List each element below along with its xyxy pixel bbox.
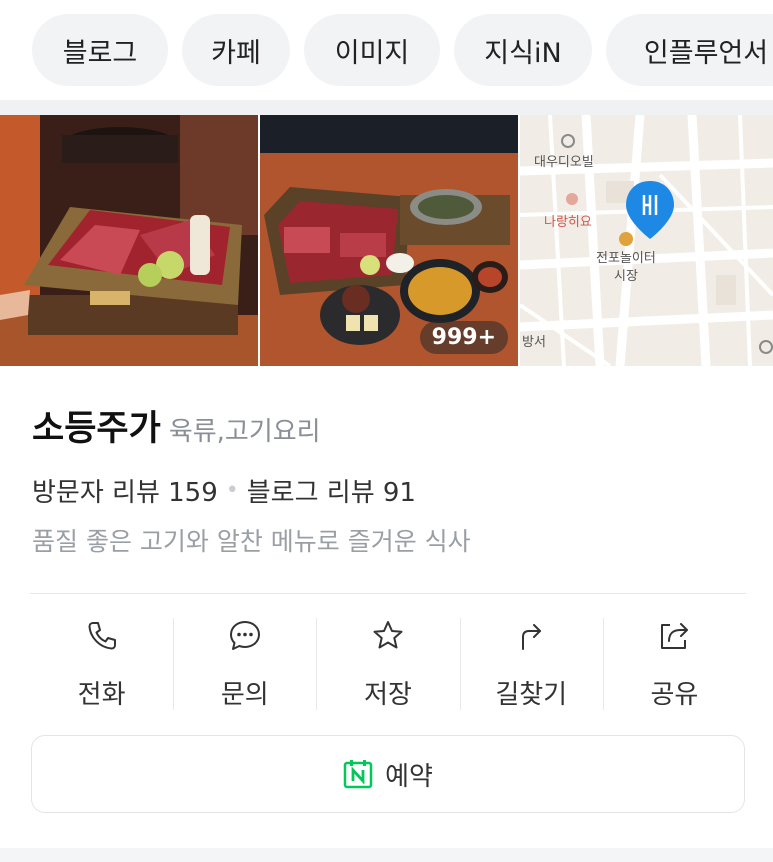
photo-count-badge: 999+ xyxy=(419,321,508,354)
save-label: 저장 xyxy=(364,680,412,710)
chat-bubble-icon xyxy=(229,621,260,650)
photo-1[interactable] xyxy=(0,115,258,366)
section-separator xyxy=(0,100,773,115)
search-vertical-tabs: 블로그 카페 이미지 지식iN 인플루언서 xyxy=(0,0,773,100)
reserve-button[interactable]: 예약 xyxy=(31,735,745,813)
directions-label: 길찾기 xyxy=(495,680,568,710)
share-label: 공유 xyxy=(650,680,699,710)
save-button[interactable]: 저장 xyxy=(316,612,459,712)
chip-images-label: 이미지 xyxy=(334,37,410,69)
star-icon xyxy=(373,621,403,649)
chip-influencer[interactable]: 인플루언서 xyxy=(606,14,773,86)
photo-strip: 999+ 대우디오빌 나랑히요 전포놀이터 시장 방서 xyxy=(0,115,773,366)
chip-images[interactable]: 이미지 xyxy=(304,14,440,86)
place-description: 품질 좋은 고기와 알찬 메뉴로 즐거운 식사 xyxy=(32,527,471,556)
action-bar: 전화 문의 저장 길찾기 공유 xyxy=(30,612,746,712)
naver-calendar-icon xyxy=(343,760,373,789)
directions-arrow-icon xyxy=(522,624,542,650)
chip-kin[interactable]: 지식iN xyxy=(454,14,592,86)
share-button[interactable]: 공유 xyxy=(602,612,746,712)
blog-review-link[interactable]: 블로그 리뷰 91 xyxy=(247,472,416,509)
map-label: 방서 xyxy=(522,335,546,350)
call-button[interactable]: 전화 xyxy=(30,612,173,712)
map-label: 시장 xyxy=(614,269,638,284)
phone-icon xyxy=(88,622,116,650)
chip-influencer-label: 인플루언서 xyxy=(643,37,769,69)
call-label: 전화 xyxy=(77,680,126,710)
map-label: 대우디오빌 xyxy=(534,155,594,170)
place-title-row: 소등주가 육류,고기요리 xyxy=(32,400,321,451)
inquiry-label: 문의 xyxy=(220,680,269,710)
place-name[interactable]: 소등주가 xyxy=(32,400,161,451)
photo-2[interactable]: 999+ xyxy=(260,115,518,366)
chip-blog-label: 블로그 xyxy=(62,37,138,69)
chip-blog[interactable]: 블로그 xyxy=(32,14,168,86)
reserve-label: 예약 xyxy=(385,761,433,792)
chip-cafe[interactable]: 카페 xyxy=(182,14,290,86)
inquiry-button[interactable]: 문의 xyxy=(173,612,316,712)
chip-cafe-label: 카페 xyxy=(211,37,261,69)
divider xyxy=(30,593,746,594)
map-preview[interactable]: 대우디오빌 나랑히요 전포놀이터 시장 방서 xyxy=(520,115,773,366)
bottom-separator xyxy=(0,848,773,862)
visitor-review-link[interactable]: 방문자 리뷰 159 xyxy=(32,472,218,509)
directions-button[interactable]: 길찾기 xyxy=(459,612,603,712)
place-category: 육류,고기요리 xyxy=(168,417,321,447)
chip-kin-label: 지식iN xyxy=(484,37,562,69)
share-icon xyxy=(661,623,689,649)
review-counts: 방문자 리뷰 159 • 블로그 리뷰 91 xyxy=(32,472,416,509)
separator-dot: • xyxy=(225,478,239,503)
map-label: 나랑히요 xyxy=(544,215,592,230)
map-label: 전포놀이터 xyxy=(596,251,656,266)
